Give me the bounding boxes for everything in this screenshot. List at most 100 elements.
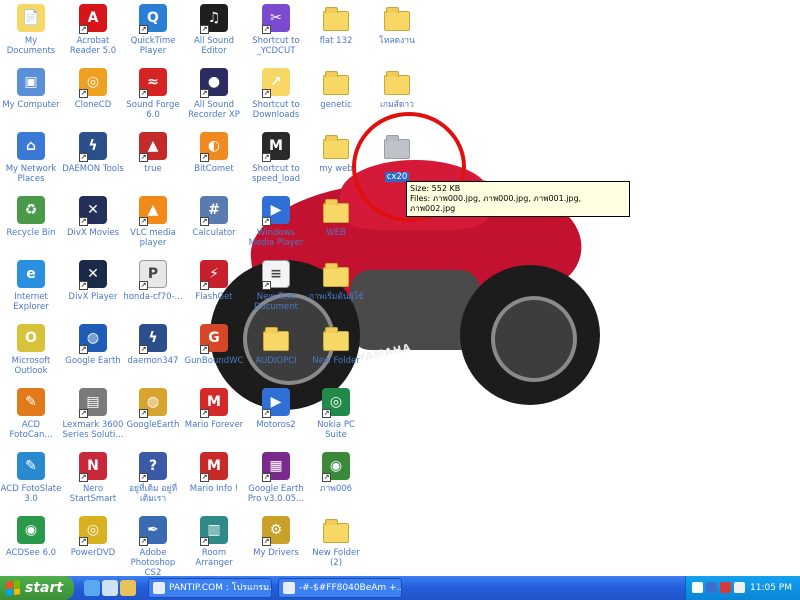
start-button[interactable]: start bbox=[0, 576, 74, 600]
desktop-icon-label: Acrobat Reader 5.0 bbox=[69, 36, 117, 56]
desktop-icon[interactable]: WEB bbox=[305, 194, 367, 238]
desktop-icon-label: GunBoundWC bbox=[184, 356, 244, 366]
desktop-icon[interactable]: ◍ ↗ Google Earth bbox=[62, 322, 124, 366]
desktop-icon[interactable]: New Folder bbox=[305, 322, 367, 366]
desktop-icon-label: อยู่ที่เดิม อยู่ที่เดิมเรา bbox=[128, 484, 178, 504]
acd-fotoslate-icon: ✎ bbox=[15, 450, 47, 482]
desktop[interactable]: YAMAHA 📄 My Documents A ↗ Acrobat Reader 5.0… bbox=[0, 0, 800, 576]
desktop-icon[interactable]: ✕ ↗ DivX Movies bbox=[62, 194, 124, 238]
desktop-icon[interactable]: A ↗ Acrobat Reader 5.0 bbox=[62, 2, 124, 56]
desktop-icon[interactable]: genetic bbox=[305, 66, 367, 110]
quicklaunch-media-icon[interactable] bbox=[120, 580, 136, 596]
desktop-icon[interactable]: ▣ My Computer bbox=[0, 66, 62, 110]
divx-player-icon: ✕ ↗ bbox=[77, 258, 109, 290]
mario-forever-icon: M ↗ bbox=[198, 386, 230, 418]
desktop-icon[interactable]: ≡ ↗ New Text Document bbox=[245, 258, 307, 312]
desktop-icon[interactable]: ⌂ My Network Places bbox=[0, 130, 62, 184]
tray-app-icon[interactable] bbox=[706, 582, 717, 593]
desktop-icon[interactable]: ▶ ↗ Windows Media Player bbox=[245, 194, 307, 248]
desktop-icon[interactable]: # ↗ Calculator bbox=[183, 194, 245, 238]
desktop-icon[interactable]: ✎ ACD FotoSlate 3.0 bbox=[0, 450, 62, 504]
desktop-icon[interactable]: ◉ ACDSee 6.0 bbox=[0, 514, 62, 558]
desktop-icon[interactable]: ✂ ↗ Shortcut to _YCDCUT bbox=[245, 2, 307, 56]
desktop-icon-label: ACD FotoCan... bbox=[9, 420, 53, 440]
folder-icon bbox=[320, 2, 352, 34]
desktop-icon[interactable]: ภาพเริ่มต้นผู้ใช้ bbox=[305, 258, 367, 302]
desktop-icon[interactable]: New Folder (2) bbox=[305, 514, 367, 568]
desktop-icon-label: DivX Movies bbox=[66, 228, 120, 238]
desktop-icon[interactable]: ♫ ↗ All Sound Editor bbox=[183, 2, 245, 56]
desktop-icon[interactable]: ✕ ↗ DivX Player bbox=[62, 258, 124, 302]
taskbar-clock[interactable]: 11:05 PM bbox=[750, 576, 792, 600]
quicktime-icon: Q ↗ bbox=[137, 2, 169, 34]
desktop-icon[interactable]: ? ↗ อยู่ที่เดิม อยู่ที่เดิมเรา bbox=[122, 450, 184, 504]
desktop-icon[interactable]: N ↗ Nero StartSmart bbox=[62, 450, 124, 504]
motorcycle-front-wheel bbox=[460, 265, 600, 405]
desktop-icon[interactable]: ⚙ ↗ My Drivers bbox=[245, 514, 307, 558]
desktop-icon[interactable]: ◎ ↗ Nokia PC Suite bbox=[305, 386, 367, 440]
text-document-icon: ≡ ↗ bbox=[260, 258, 292, 290]
tray-antivirus-icon[interactable] bbox=[720, 582, 731, 593]
desktop-icon-label: honda-cf70-... bbox=[123, 292, 183, 302]
desktop-icon[interactable]: ✒ ↗ Adobe Photoshop CS2 bbox=[122, 514, 184, 576]
desktop-icon[interactable]: ◍ ↗ GoogleEarth bbox=[122, 386, 184, 430]
desktop-icon[interactable]: ↗ ↗ Shortcut to Downloads bbox=[245, 66, 307, 120]
desktop-icon-label: Google Earth Pro v3.0.05... bbox=[247, 484, 305, 504]
taskbar-button-chat[interactable]: -#-$#FF8040BeAm +... bbox=[278, 578, 402, 598]
quicklaunch-ie-icon[interactable] bbox=[84, 580, 100, 596]
desktop-icon[interactable]: ♻ Recycle Bin bbox=[0, 194, 62, 238]
desktop-icon[interactable]: ▥ ↗ Room Arranger bbox=[183, 514, 245, 568]
desktop-icon[interactable]: ≈ ↗ Sound Forge 6.0 bbox=[122, 66, 184, 120]
desktop-icon[interactable]: ◎ ↗ PowerDVD bbox=[62, 514, 124, 558]
desktop-icon[interactable]: ▦ ↗ Google Earth Pro v3.0.05... bbox=[245, 450, 307, 504]
desktop-icon[interactable]: เกมส์ดาว bbox=[366, 66, 428, 110]
google-earth-icon: ◍ ↗ bbox=[77, 322, 109, 354]
desktop-icon[interactable]: e Internet Explorer bbox=[0, 258, 62, 312]
desktop-icon[interactable]: ▲ ↗ VLC media player bbox=[122, 194, 184, 248]
desktop-icon[interactable]: flat 132 bbox=[305, 2, 367, 46]
desktop-icon-label: flat 132 bbox=[319, 36, 353, 46]
desktop-icon[interactable]: ◐ ↗ BitComet bbox=[183, 130, 245, 174]
desktop-icon[interactable]: ▲ ↗ true bbox=[122, 130, 184, 174]
desktop-icon[interactable]: ▤ ↗ Lexmark 3600 Series Soluti... bbox=[62, 386, 124, 440]
taskbar-button-pantip[interactable]: PANTIP.COM : โปรแกรม... bbox=[148, 578, 272, 598]
desktop-icon[interactable]: 📄 My Documents bbox=[0, 2, 62, 56]
desktop-icon-label: GoogleEarth bbox=[126, 420, 180, 430]
tray-network-icon[interactable] bbox=[692, 582, 703, 593]
desktop-icon[interactable]: G ↗ GunBoundWC bbox=[183, 322, 245, 366]
desktop-icon[interactable]: AUDIOPCI bbox=[245, 322, 307, 366]
vlc-icon: ▲ ↗ bbox=[137, 194, 169, 226]
desktop-icon[interactable]: M ↗ Mario Forever bbox=[183, 386, 245, 430]
tray-volume-icon[interactable] bbox=[734, 582, 745, 593]
desktop-icon-label: New Text Document bbox=[253, 292, 299, 312]
desktop-icon[interactable]: ● ↗ All Sound Recorder XP bbox=[183, 66, 245, 120]
folder-icon bbox=[320, 194, 352, 226]
tooltip-size: Size: 552 KB bbox=[410, 184, 461, 193]
desktop-icon[interactable]: M ↗ Shortcut to speed_load bbox=[245, 130, 307, 184]
desktop-icon[interactable]: ϟ ↗ DAEMON Tools bbox=[62, 130, 124, 174]
folder-icon bbox=[381, 2, 413, 34]
desktop-icon[interactable]: ✎ ACD FotoCan... bbox=[0, 386, 62, 440]
image-file-icon: ◉ ↗ bbox=[320, 450, 352, 482]
desktop-icon[interactable]: ϟ ↗ daemon347 bbox=[122, 322, 184, 366]
quest-icon: ? ↗ bbox=[137, 450, 169, 482]
network-places-icon: ⌂ bbox=[15, 130, 47, 162]
desktop-icon[interactable]: ◎ ↗ CloneCD bbox=[62, 66, 124, 110]
desktop-icon[interactable]: ▶ ↗ Motoros2 bbox=[245, 386, 307, 430]
desktop-icon-label: ภาพเริ่มต้นผู้ใช้ bbox=[308, 292, 364, 302]
desktop-icon[interactable]: O Microsoft Outlook bbox=[0, 322, 62, 376]
desktop-icon-label: DAEMON Tools bbox=[62, 164, 124, 174]
desktop-icon-label: Shortcut to speed_load bbox=[251, 164, 301, 184]
desktop-icon[interactable]: P ↗ honda-cf70-... bbox=[122, 258, 184, 302]
desktop-icon[interactable]: ◉ ↗ ภาพ006 bbox=[305, 450, 367, 494]
desktop-icon[interactable]: โหลดงาน bbox=[366, 2, 428, 46]
desktop-icon[interactable]: M ↗ Mario Info ! bbox=[183, 450, 245, 494]
taskbar-button-label: PANTIP.COM : โปรแกรม... bbox=[169, 583, 272, 593]
photoshop-icon: ✒ ↗ bbox=[137, 514, 169, 546]
desktop-icon[interactable]: ⚡ ↗ FlashGet bbox=[183, 258, 245, 302]
winrar-icon: ▦ ↗ bbox=[260, 450, 292, 482]
desktop-icon[interactable]: Q ↗ QuickTime Player bbox=[122, 2, 184, 56]
quicklaunch-desktop-icon[interactable] bbox=[102, 580, 118, 596]
folder-icon bbox=[320, 66, 352, 98]
desktop-icon-label: VLC media player bbox=[130, 228, 176, 248]
